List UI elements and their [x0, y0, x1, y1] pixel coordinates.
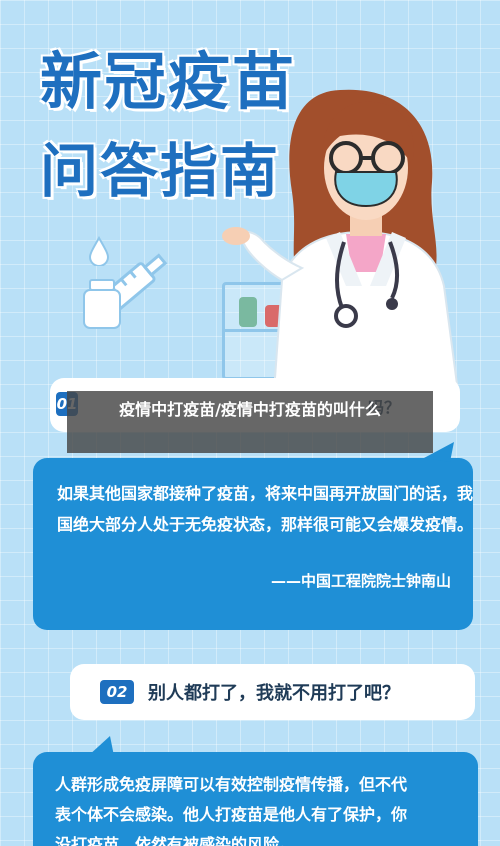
question-text-02: 别人都打了，我就不用打了吧？ [148, 683, 400, 704]
answer-line-02-1: 人群形成免疫屏障可以有效控制疫情传播，但不代 [55, 775, 408, 794]
answer-card-02: 人群形成免疫屏障可以有效控制疫情传播，但不代 表个体不会感染。他人打疫苗是他人有… [33, 752, 478, 846]
card-pointer-02 [88, 736, 114, 756]
answer-line-02-2: 表个体不会感染。他人打疫苗是他人有了保护，你 [55, 805, 408, 824]
poster: 新冠疫苗 问答指南 疫情中打疫苗/疫情中打疫苗的叫什么 如果其他国家都接种了疫苗… [0, 0, 500, 846]
quote-author: ——中国工程院院士钟南山 [270, 572, 451, 590]
droplet-icon [88, 236, 110, 266]
vial-icon [83, 279, 121, 329]
headline-banner: 疫情中打疫苗/疫情中打疫苗的叫什么 [67, 391, 433, 453]
answer-card-01: 如果其他国家都接种了疫苗，将来中国再开放国门的话，我国绝大部分人处于无免疫状态，… [33, 458, 473, 630]
headline-text: 疫情中打疫苗/疫情中打疫苗的叫什么 [119, 400, 381, 419]
question-box-02: 02 别人都打了，我就不用打了吧？ [70, 664, 475, 720]
doctor-illustration [222, 89, 460, 392]
question-number-02: 02 [100, 680, 134, 704]
answer-line-02-3: 没打疫苗，依然有被感染的风险。 [55, 835, 296, 846]
card-pointer-01 [424, 442, 454, 462]
answer-quote-01: 如果其他国家都接种了疫苗，将来中国再开放国门的话，我国绝大部分人处于无免疫状态，… [57, 484, 474, 534]
